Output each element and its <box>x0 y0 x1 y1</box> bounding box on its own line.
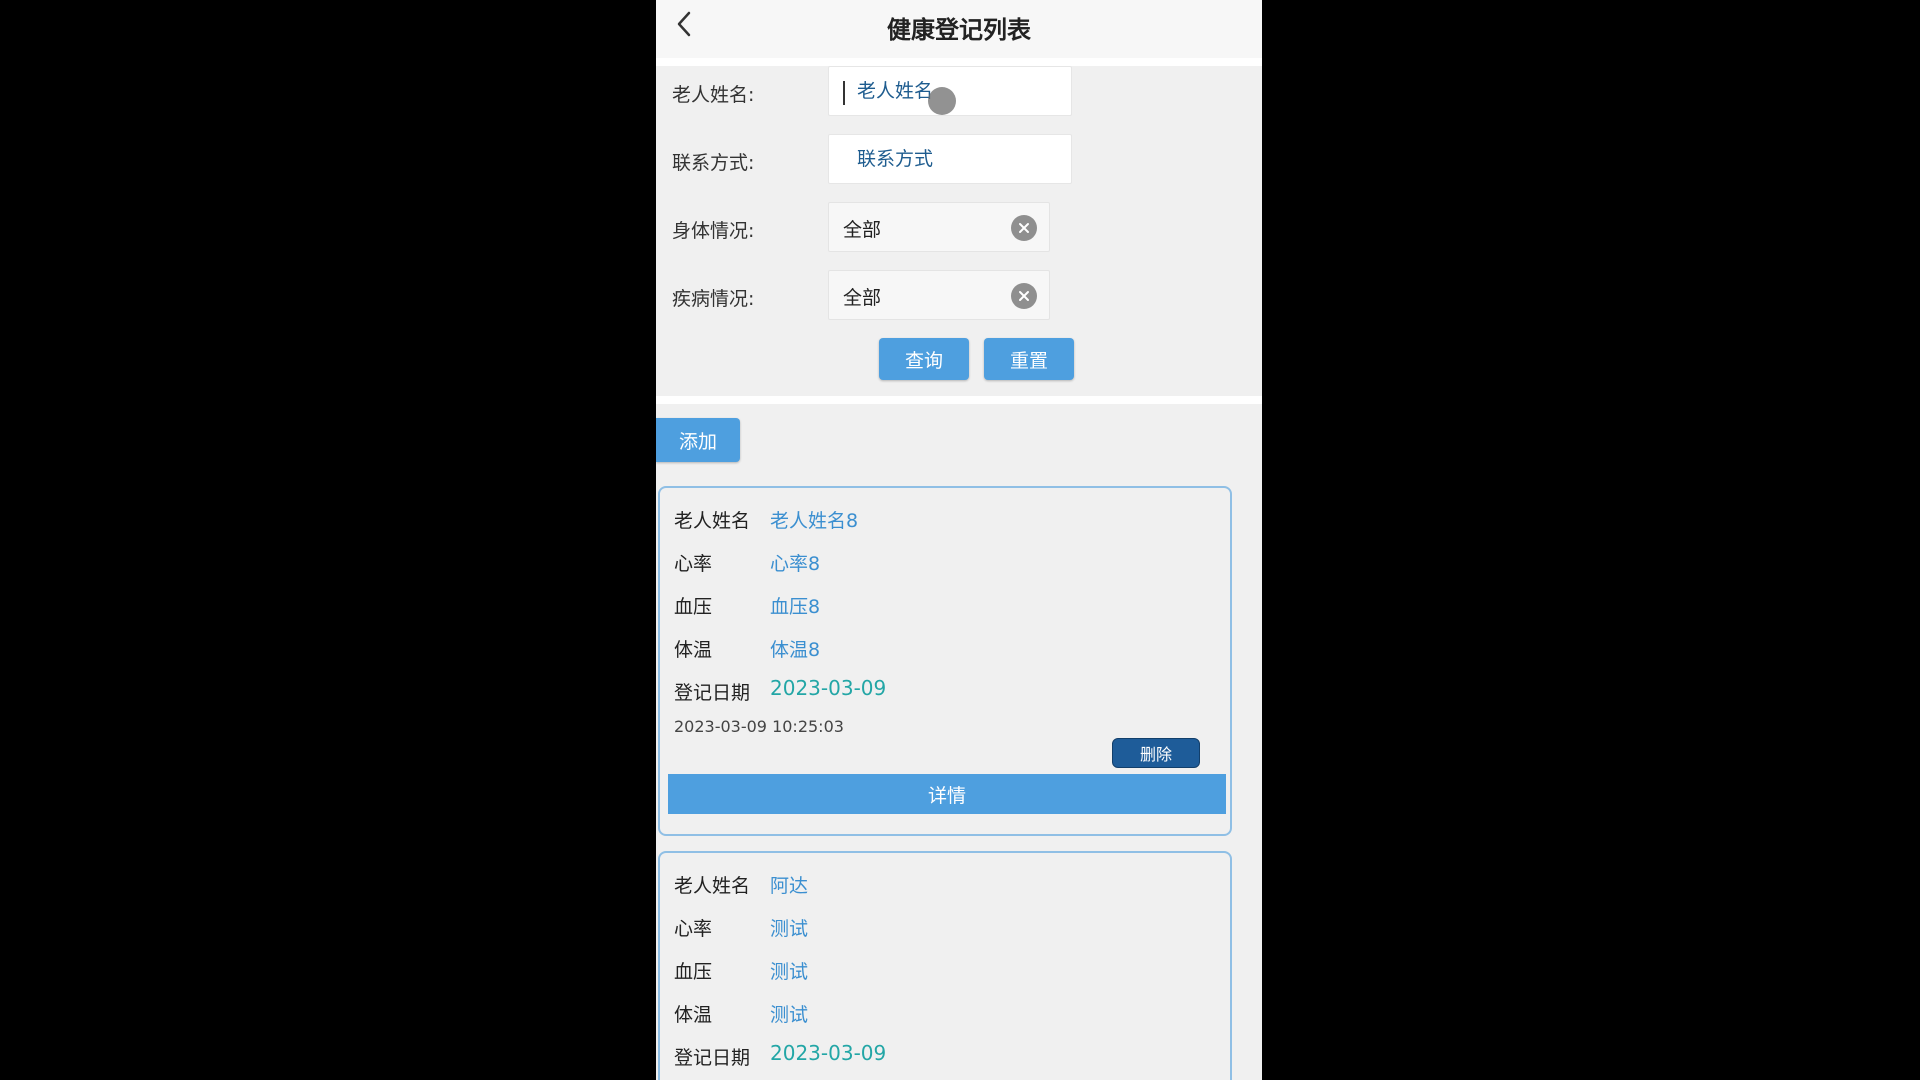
elder-name-value: 老人姓名8 <box>770 510 859 532</box>
reset-button[interactable]: 重置 <box>984 338 1074 380</box>
record-card: 老人姓名 阿达 心率 测试 血压 测试 体温 测试 登记日期 2023-03-0… <box>658 851 1232 1080</box>
field-label: 老人姓名 <box>674 875 751 897</box>
clear-icon[interactable] <box>1011 283 1037 309</box>
delete-button[interactable]: 删除 <box>1112 738 1200 768</box>
blood-pressure-value: 测试 <box>770 961 809 983</box>
divider <box>656 58 1262 66</box>
field-label: 血压 <box>674 596 713 618</box>
clear-icon[interactable] <box>1011 215 1037 241</box>
field-label: 登记日期 <box>674 682 751 704</box>
top-bar: 健康登记列表 <box>656 0 1262 58</box>
field-label: 体温 <box>674 1004 713 1026</box>
field-label: 体温 <box>674 639 713 661</box>
divider <box>656 396 1262 404</box>
add-button[interactable]: 添加 <box>656 418 740 462</box>
blood-pressure-value: 血压8 <box>770 596 821 618</box>
contact-input[interactable] <box>828 134 1072 184</box>
disease-select[interactable]: 全部 <box>828 270 1050 320</box>
name-label: 老人姓名: <box>672 84 755 106</box>
temperature-value: 体温8 <box>770 639 821 661</box>
body-condition-label: 身体情况: <box>672 220 755 242</box>
temperature-value: 测试 <box>770 1004 809 1026</box>
page-title: 健康登记列表 <box>887 16 1031 44</box>
field-label: 心率 <box>674 553 713 575</box>
field-label: 心率 <box>674 918 713 940</box>
reg-date-value: 2023-03-09 <box>770 1041 887 1065</box>
contact-label: 联系方式: <box>672 152 755 174</box>
created-time: 2023-03-09 10:25:03 <box>674 717 844 736</box>
record-card: 老人姓名 老人姓名8 心率 心率8 血压 血压8 体温 体温8 登记日期 202… <box>658 486 1232 836</box>
field-label: 登记日期 <box>674 1047 751 1069</box>
query-button[interactable]: 查询 <box>879 338 969 380</box>
reg-date-value: 2023-03-09 <box>770 676 887 700</box>
heart-rate-value: 心率8 <box>770 553 821 575</box>
body-condition-value: 全部 <box>843 219 882 241</box>
elder-name-value: 阿达 <box>770 875 809 897</box>
heart-rate-value: 测试 <box>770 918 809 940</box>
body-condition-select[interactable]: 全部 <box>828 202 1050 252</box>
disease-value: 全部 <box>843 287 882 309</box>
text-caret <box>843 81 845 105</box>
detail-button[interactable]: 详情 <box>668 774 1226 814</box>
phone-screen: 健康登记列表 老人姓名: 联系方式: 身体情况: 全部 疾病情况: 全部 查询 … <box>656 0 1262 1080</box>
touch-indicator <box>928 87 956 115</box>
disease-label: 疾病情况: <box>672 288 755 310</box>
field-label: 血压 <box>674 961 713 983</box>
field-label: 老人姓名 <box>674 510 751 532</box>
